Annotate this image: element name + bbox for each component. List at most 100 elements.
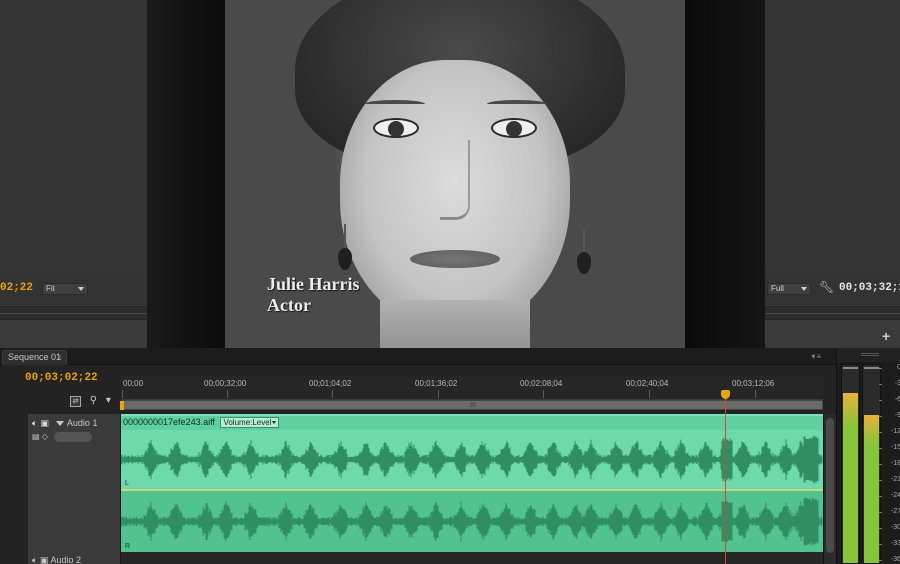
fit-dropdown[interactable]: Fit [42, 283, 88, 295]
source-monitor: 02;22 Fit [0, 0, 147, 348]
portrait-brow-right [487, 100, 547, 108]
portrait-eye-left [373, 118, 419, 138]
channel-label-left: L [125, 480, 129, 487]
resolution-dropdown-label: Full [771, 284, 784, 293]
program-monitor-screen [765, 0, 900, 270]
ruler-tick [227, 390, 228, 398]
keyframe-diamond-icon[interactable]: ◇ [42, 432, 48, 441]
portrait-image: Julie Harris Actor [225, 0, 685, 348]
resolution-dropdown[interactable]: Full [767, 283, 811, 295]
db-label: -18 [879, 460, 900, 467]
program-timecode[interactable]: 00;03;32;12 [839, 282, 900, 294]
audio-clip[interactable]: 0000000017efe243.aiff Volume:Level L R [121, 414, 823, 552]
work-area-bar[interactable]: III [120, 400, 823, 410]
channel-label-right: R [125, 543, 131, 550]
ruler-label: 00;00 [123, 379, 144, 388]
waveform-path [121, 435, 823, 484]
ruler-tick [755, 390, 756, 398]
wrench-icon[interactable]: 🔧︎ [819, 280, 834, 294]
waveform-path [121, 497, 823, 546]
work-area-in-handle[interactable] [120, 401, 124, 410]
source-monitor-controls: 02;22 Fit [0, 270, 147, 305]
ruler-label: 00;02;08;04 [520, 379, 563, 388]
program-scrub-bar[interactable] [765, 306, 900, 320]
tab-label: Sequence 01 [8, 352, 62, 362]
speaker-icon[interactable]: 🔈︎ [32, 555, 37, 564]
timeline-timecode[interactable]: 00;03;02;22 [25, 372, 98, 384]
caption-title: Actor [267, 295, 311, 315]
timeline-panel: Sequence 01 × ▾≡ 00;03;02;22 00;00 00;00… [0, 348, 836, 564]
db-label: -9 [879, 412, 900, 419]
add-marker-icon[interactable]: ▾ [106, 395, 111, 406]
playhead-handle[interactable] [721, 390, 730, 399]
plus-icon[interactable]: + [882, 328, 890, 344]
db-label: -15 [879, 444, 900, 451]
close-icon[interactable]: × [57, 351, 62, 364]
lower-third-caption: Julie Harris Actor [267, 274, 360, 316]
display-style-icon[interactable]: ▤ [32, 432, 40, 441]
audio-2-track-lane [121, 552, 823, 564]
track-keyframe-row: ▤ ◇ [32, 432, 93, 442]
source-timecode[interactable]: 02;22 [0, 282, 33, 294]
ruler-label: 00;02;40;04 [626, 379, 669, 388]
panel-menu-icon[interactable]: ▾≡ [811, 352, 822, 361]
collapse-triangle-icon[interactable] [55, 421, 64, 427]
portrait-nose [440, 140, 470, 220]
clip-name: 0000000017efe243.aiff [123, 417, 215, 427]
scrollbar-thumb[interactable] [826, 418, 834, 553]
program-monitor-controls: Full 🔧︎ 00;03;32;12 [765, 270, 900, 305]
chevron-down-icon [272, 421, 277, 425]
chevron-down-icon [801, 287, 807, 291]
time-ruler[interactable]: 00;00 00;00;32;00 00;01;04;02 00;01;36;0… [121, 376, 823, 400]
portrait-brow-left [365, 100, 425, 108]
meter-fill-right [864, 414, 879, 563]
timeline-toolbar: ⇄ ⚲ ▾ [70, 395, 117, 407]
source-scrub-bar[interactable] [0, 306, 147, 320]
ruler-label: 00;00;32;00 [204, 379, 247, 388]
track-headers: 🔈︎ ▣ Audio 1 ▤ ◇ [28, 414, 121, 564]
track-header-row: 🔈︎ ▣ Audio 2 [32, 555, 81, 564]
sync-lock-icon[interactable]: ▣ [40, 555, 49, 564]
track-header-row: 🔈︎ ▣ Audio 1 [32, 418, 97, 429]
keyframe-nav-button[interactable] [54, 432, 93, 442]
marker-icon[interactable]: ⚲ [90, 395, 97, 406]
track-gutter [0, 414, 28, 564]
db-label: 0 [879, 364, 900, 371]
earring-left [338, 248, 352, 270]
panel-grip-icon[interactable] [861, 353, 879, 356]
snap-icon[interactable]: ⇄ [70, 396, 81, 407]
db-label: -24 [879, 492, 900, 499]
playhead-line [725, 399, 726, 564]
track-name: Audio 1 [66, 418, 98, 428]
db-label: -33 [879, 540, 900, 547]
meter-peak-left [843, 366, 858, 369]
portrait-mouth [410, 250, 500, 268]
meters-header [837, 348, 900, 362]
work-area-grip[interactable]: III [470, 402, 476, 409]
db-label: -6 [879, 396, 900, 403]
ruler-tick [332, 390, 333, 398]
ruler-tick [543, 390, 544, 398]
db-label: -30 [879, 524, 900, 531]
portrait-neck [380, 300, 530, 348]
timeline-vertical-scrollbar[interactable] [823, 414, 836, 564]
video-backdrop-left [147, 0, 225, 348]
ruler-tick [438, 390, 439, 398]
video-backdrop-right [685, 0, 765, 348]
tab-sequence-01[interactable]: Sequence 01 × [2, 350, 67, 365]
db-scale: 0 -3 -6 -9 -12 -15 -18 -21 -24 -27 -30 -33 -36 [879, 364, 900, 564]
track-name: Audio 2 [50, 555, 81, 564]
ruler-label: 00;01;04;02 [309, 379, 352, 388]
program-video-frame: Julie Harris Actor [147, 0, 765, 348]
sync-lock-icon[interactable]: ▣ [40, 418, 49, 428]
portrait-eye-right [491, 118, 537, 138]
clip-effect-label: Volume:Level [223, 418, 272, 427]
clip-effect-dropdown[interactable]: Volume:Level [220, 417, 280, 428]
db-label: -36 [879, 556, 900, 563]
ruler-label: 00;03;12;06 [732, 379, 775, 388]
source-monitor-screen [0, 0, 147, 270]
earring-hook-right [583, 228, 585, 254]
speaker-icon[interactable]: 🔈︎ [32, 418, 37, 428]
db-label: -12 [879, 428, 900, 435]
ruler-tick [122, 390, 123, 398]
